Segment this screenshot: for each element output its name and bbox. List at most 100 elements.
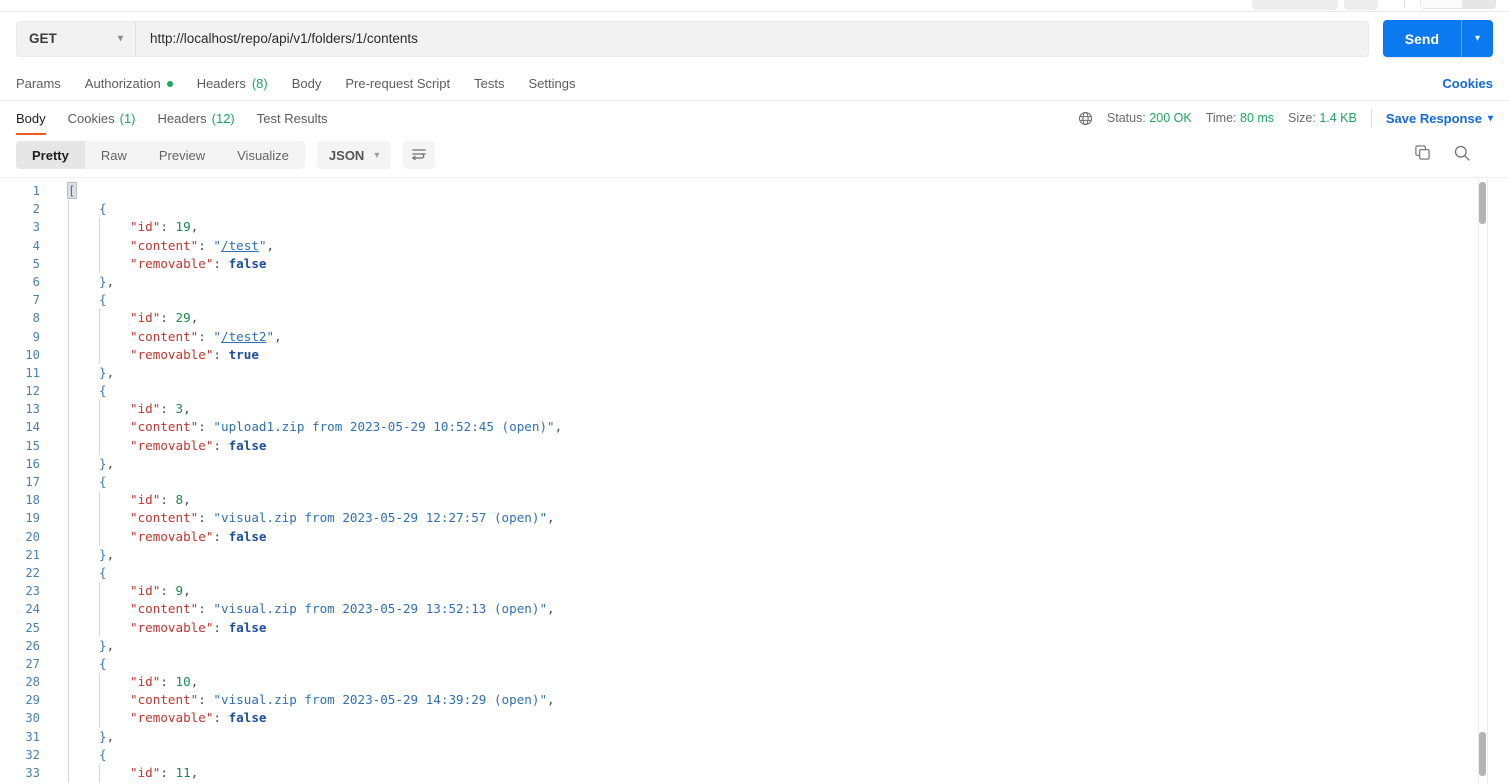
line-number: 13: [25, 402, 40, 417]
request-tab-params[interactable]: Params: [16, 76, 61, 91]
json-token-punct: :: [213, 710, 229, 726]
indent-guide: [68, 382, 69, 401]
indent-guide: [68, 218, 69, 237]
request-url-input[interactable]: [136, 20, 1369, 57]
response-body-scroll-area[interactable]: 1[2{3 "id": 19, 4 "content": "/test", 5 "remo…: [0, 178, 1509, 784]
vertical-scrollbar-track[interactable]: [1478, 178, 1487, 784]
json-token-str: "upload1.zip from 2023-05-29 10:52:45 (o…: [213, 419, 555, 435]
json-token-punct: ,: [274, 328, 282, 344]
request-tab-tests[interactable]: Tests: [474, 76, 504, 91]
code-line-content: "removable": false: [52, 436, 1252, 455]
json-token-punct: ,: [190, 765, 199, 780]
indent-guide: [99, 491, 100, 510]
line-number: 7: [32, 293, 40, 308]
response-body-toolbar: Pretty Raw Preview Visualize JSON ▾: [0, 135, 1509, 177]
indent-guide: [99, 582, 100, 601]
code-line: 4 "content": "/test",: [0, 236, 1509, 255]
view-mode-visualize[interactable]: Visualize: [221, 141, 305, 169]
code-line-content: {: [52, 200, 1252, 219]
json-token-punct: :: [160, 674, 176, 690]
send-options-button[interactable]: ▾: [1461, 20, 1493, 57]
indent-guide: [99, 418, 100, 437]
request-tab-authorization[interactable]: Authorization: [85, 76, 173, 91]
json-token-punct: ,: [554, 419, 563, 435]
line-number: 29: [25, 693, 40, 708]
http-method-select[interactable]: GET ▾: [16, 20, 136, 57]
search-icon: [1453, 144, 1471, 167]
indent-guide: [68, 618, 69, 637]
cookies-link[interactable]: Cookies: [1442, 76, 1493, 91]
indent-guide: [99, 400, 100, 419]
code-tokens: "id": 9,: [68, 583, 191, 598]
copy-button[interactable]: [1414, 144, 1431, 166]
json-token-key: "id": [130, 219, 161, 235]
line-number: 28: [25, 675, 40, 690]
json-token-punct: ,: [106, 364, 115, 380]
request-tab-headers[interactable]: Headers (8): [197, 76, 268, 91]
json-token-key: "content": [130, 601, 199, 617]
response-tab-cookies[interactable]: Cookies (1): [68, 101, 136, 135]
code-line-content: "removable": true: [52, 345, 1252, 364]
indent-guide: [99, 309, 100, 328]
wrap-lines-button[interactable]: [403, 141, 436, 169]
json-token-punct: ,: [183, 401, 191, 417]
request-tab-pre-request-script[interactable]: Pre-request Script: [345, 76, 450, 91]
indent-guide: [99, 509, 100, 528]
code-tokens: },: [68, 456, 114, 471]
json-token-punct: :: [213, 528, 229, 544]
json-token-punct: ,: [547, 692, 555, 708]
json-token-brace: }: [99, 728, 107, 744]
response-format-select[interactable]: JSON ▾: [316, 141, 392, 169]
response-tabs: Body Cookies (1) Headers (12) Test Resul…: [16, 101, 328, 135]
json-token-key: "content": [130, 237, 199, 253]
copy-icon: [1414, 144, 1431, 166]
response-tab-body[interactable]: Body: [16, 101, 46, 135]
code-tokens: "id": 3,: [68, 401, 191, 416]
response-tab-headers[interactable]: Headers (12): [158, 101, 235, 135]
code-line-content: {: [52, 291, 1252, 310]
search-button[interactable]: [1453, 144, 1471, 167]
request-tab-label: Body: [291, 76, 322, 91]
code-tokens: "id": 8,: [68, 492, 191, 507]
json-token-key: "id": [130, 674, 161, 690]
line-number: 24: [25, 602, 40, 617]
request-tab-body[interactable]: Body: [292, 76, 322, 91]
code-line: 26},: [0, 636, 1509, 655]
json-token-punct: :: [213, 255, 229, 271]
view-mode-raw[interactable]: Raw: [85, 141, 143, 169]
json-token-num: 9: [175, 583, 184, 599]
indent-guide: [99, 673, 100, 692]
view-mode-preview[interactable]: Preview: [143, 141, 221, 169]
request-url-bar: GET ▾ Send ▾: [0, 12, 1509, 67]
code-line: 8 "id": 29,: [0, 309, 1509, 328]
json-link-value[interactable]: /test2: [221, 329, 267, 344]
code-line: 25 "removable": false: [0, 618, 1509, 637]
send-button[interactable]: Send: [1382, 20, 1461, 57]
save-response-button[interactable]: Save Response ▾: [1386, 111, 1493, 126]
code-line-content: "id": 3,: [52, 400, 1252, 419]
json-token-num: 29: [175, 310, 191, 326]
code-line: 3 "id": 19,: [0, 218, 1509, 237]
json-link-value[interactable]: /test: [221, 238, 259, 253]
save-response-label: Save Response: [1385, 110, 1482, 126]
view-mode-pretty[interactable]: Pretty: [16, 141, 85, 169]
request-tab-settings[interactable]: Settings: [528, 76, 575, 91]
response-body-viewer[interactable]: 1[2{3 "id": 19, 4 "content": "/test", 5 "remo…: [0, 177, 1509, 784]
response-tab-badge: (12): [211, 110, 235, 126]
code-line: 15 "removable": false: [0, 436, 1509, 455]
code-tokens: "removable": false: [68, 529, 267, 544]
json-token-punct: ,: [190, 674, 199, 690]
json-token-num: 8: [175, 492, 184, 508]
code-line-content: },: [52, 363, 1252, 383]
indent-guide: [68, 709, 69, 728]
json-token-punct: ,: [183, 583, 191, 599]
vertical-scrollbar-thumb[interactable]: [1479, 182, 1486, 224]
indent-guide: [99, 236, 100, 255]
response-tab-test-results[interactable]: Test Results: [257, 101, 328, 135]
json-token-punct: ,: [106, 273, 115, 289]
vertical-scrollbar-thumb-secondary[interactable]: [1479, 732, 1486, 776]
line-number: 26: [25, 638, 40, 653]
indent-guide: [68, 473, 69, 492]
json-token-brace: }: [99, 364, 107, 380]
code-line: 2{: [0, 200, 1509, 219]
